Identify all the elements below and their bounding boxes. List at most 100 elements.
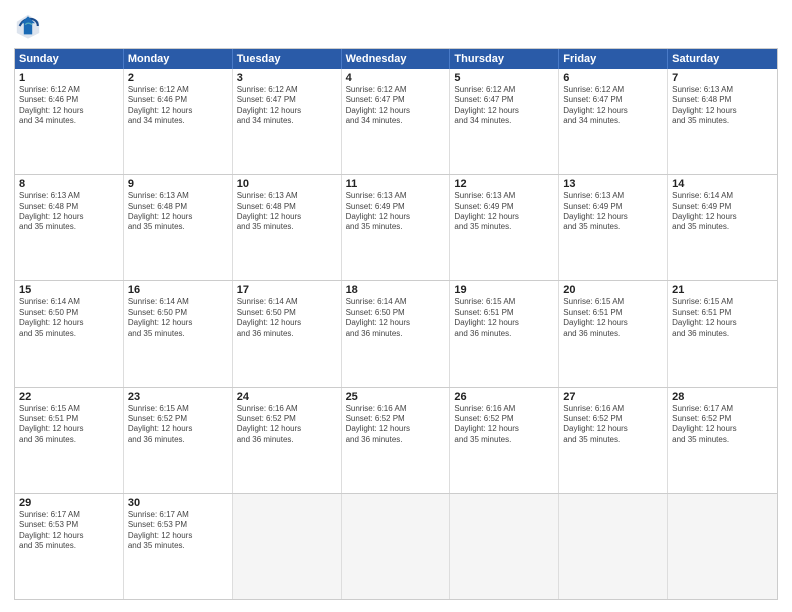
calendar-cell: 30Sunrise: 6:17 AM Sunset: 6:53 PM Dayli… [124,494,233,599]
empty-cell [559,494,668,599]
calendar-cell: 12Sunrise: 6:13 AM Sunset: 6:49 PM Dayli… [450,175,559,280]
cell-info: Sunrise: 6:16 AM Sunset: 6:52 PM Dayligh… [346,404,446,446]
calendar-cell: 13Sunrise: 6:13 AM Sunset: 6:49 PM Dayli… [559,175,668,280]
day-number: 11 [346,178,446,190]
calendar-cell: 11Sunrise: 6:13 AM Sunset: 6:49 PM Dayli… [342,175,451,280]
day-number: 16 [128,284,228,296]
empty-cell [342,494,451,599]
day-number: 5 [454,72,554,84]
calendar-cell: 23Sunrise: 6:15 AM Sunset: 6:52 PM Dayli… [124,388,233,493]
cell-info: Sunrise: 6:16 AM Sunset: 6:52 PM Dayligh… [237,404,337,446]
day-number: 1 [19,72,119,84]
cell-info: Sunrise: 6:13 AM Sunset: 6:49 PM Dayligh… [454,191,554,233]
calendar-cell: 21Sunrise: 6:15 AM Sunset: 6:51 PM Dayli… [668,281,777,386]
cell-info: Sunrise: 6:14 AM Sunset: 6:50 PM Dayligh… [128,297,228,339]
calendar-cell: 14Sunrise: 6:14 AM Sunset: 6:49 PM Dayli… [668,175,777,280]
cell-info: Sunrise: 6:12 AM Sunset: 6:46 PM Dayligh… [128,85,228,127]
cell-info: Sunrise: 6:12 AM Sunset: 6:47 PM Dayligh… [237,85,337,127]
cell-info: Sunrise: 6:15 AM Sunset: 6:52 PM Dayligh… [128,404,228,446]
day-number: 9 [128,178,228,190]
empty-cell [233,494,342,599]
day-number: 10 [237,178,337,190]
weekday-header: Thursday [450,49,559,69]
cell-info: Sunrise: 6:15 AM Sunset: 6:51 PM Dayligh… [19,404,119,446]
calendar-row: 8Sunrise: 6:13 AM Sunset: 6:48 PM Daylig… [15,174,777,280]
calendar-cell: 10Sunrise: 6:13 AM Sunset: 6:48 PM Dayli… [233,175,342,280]
calendar-cell: 9Sunrise: 6:13 AM Sunset: 6:48 PM Daylig… [124,175,233,280]
day-number: 23 [128,391,228,403]
day-number: 18 [346,284,446,296]
calendar-cell: 16Sunrise: 6:14 AM Sunset: 6:50 PM Dayli… [124,281,233,386]
cell-info: Sunrise: 6:14 AM Sunset: 6:50 PM Dayligh… [19,297,119,339]
day-number: 24 [237,391,337,403]
calendar-cell: 29Sunrise: 6:17 AM Sunset: 6:53 PM Dayli… [15,494,124,599]
day-number: 30 [128,497,228,509]
weekday-header: Saturday [668,49,777,69]
page: SundayMondayTuesdayWednesdayThursdayFrid… [0,0,792,612]
weekday-header: Friday [559,49,668,69]
calendar-cell: 19Sunrise: 6:15 AM Sunset: 6:51 PM Dayli… [450,281,559,386]
weekday-header: Tuesday [233,49,342,69]
cell-info: Sunrise: 6:14 AM Sunset: 6:49 PM Dayligh… [672,191,773,233]
day-number: 14 [672,178,773,190]
calendar-row: 15Sunrise: 6:14 AM Sunset: 6:50 PM Dayli… [15,280,777,386]
calendar-cell: 18Sunrise: 6:14 AM Sunset: 6:50 PM Dayli… [342,281,451,386]
weekday-header: Monday [124,49,233,69]
day-number: 26 [454,391,554,403]
cell-info: Sunrise: 6:15 AM Sunset: 6:51 PM Dayligh… [672,297,773,339]
day-number: 25 [346,391,446,403]
logo-icon [14,12,42,40]
cell-info: Sunrise: 6:17 AM Sunset: 6:53 PM Dayligh… [128,510,228,552]
cell-info: Sunrise: 6:13 AM Sunset: 6:48 PM Dayligh… [128,191,228,233]
day-number: 21 [672,284,773,296]
calendar-row: 22Sunrise: 6:15 AM Sunset: 6:51 PM Dayli… [15,387,777,493]
calendar-cell: 5Sunrise: 6:12 AM Sunset: 6:47 PM Daylig… [450,69,559,174]
calendar-cell: 22Sunrise: 6:15 AM Sunset: 6:51 PM Dayli… [15,388,124,493]
calendar-cell: 7Sunrise: 6:13 AM Sunset: 6:48 PM Daylig… [668,69,777,174]
cell-info: Sunrise: 6:13 AM Sunset: 6:48 PM Dayligh… [19,191,119,233]
logo [14,12,44,40]
day-number: 13 [563,178,663,190]
cell-info: Sunrise: 6:13 AM Sunset: 6:49 PM Dayligh… [346,191,446,233]
calendar-cell: 28Sunrise: 6:17 AM Sunset: 6:52 PM Dayli… [668,388,777,493]
cell-info: Sunrise: 6:13 AM Sunset: 6:48 PM Dayligh… [672,85,773,127]
calendar-row: 29Sunrise: 6:17 AM Sunset: 6:53 PM Dayli… [15,493,777,599]
cell-info: Sunrise: 6:15 AM Sunset: 6:51 PM Dayligh… [563,297,663,339]
calendar-cell: 1Sunrise: 6:12 AM Sunset: 6:46 PM Daylig… [15,69,124,174]
calendar-cell: 8Sunrise: 6:13 AM Sunset: 6:48 PM Daylig… [15,175,124,280]
day-number: 15 [19,284,119,296]
calendar-cell: 17Sunrise: 6:14 AM Sunset: 6:50 PM Dayli… [233,281,342,386]
weekday-header: Sunday [15,49,124,69]
day-number: 4 [346,72,446,84]
cell-info: Sunrise: 6:15 AM Sunset: 6:51 PM Dayligh… [454,297,554,339]
cell-info: Sunrise: 6:12 AM Sunset: 6:47 PM Dayligh… [454,85,554,127]
empty-cell [668,494,777,599]
day-number: 27 [563,391,663,403]
calendar-cell: 3Sunrise: 6:12 AM Sunset: 6:47 PM Daylig… [233,69,342,174]
cell-info: Sunrise: 6:17 AM Sunset: 6:52 PM Dayligh… [672,404,773,446]
day-number: 8 [19,178,119,190]
calendar-header: SundayMondayTuesdayWednesdayThursdayFrid… [15,49,777,69]
day-number: 20 [563,284,663,296]
empty-cell [450,494,559,599]
calendar-cell: 25Sunrise: 6:16 AM Sunset: 6:52 PM Dayli… [342,388,451,493]
cell-info: Sunrise: 6:17 AM Sunset: 6:53 PM Dayligh… [19,510,119,552]
day-number: 12 [454,178,554,190]
header [14,12,778,40]
day-number: 29 [19,497,119,509]
cell-info: Sunrise: 6:13 AM Sunset: 6:49 PM Dayligh… [563,191,663,233]
day-number: 6 [563,72,663,84]
day-number: 2 [128,72,228,84]
calendar: SundayMondayTuesdayWednesdayThursdayFrid… [14,48,778,600]
cell-info: Sunrise: 6:13 AM Sunset: 6:48 PM Dayligh… [237,191,337,233]
calendar-row: 1Sunrise: 6:12 AM Sunset: 6:46 PM Daylig… [15,69,777,174]
cell-info: Sunrise: 6:12 AM Sunset: 6:46 PM Dayligh… [19,85,119,127]
calendar-cell: 26Sunrise: 6:16 AM Sunset: 6:52 PM Dayli… [450,388,559,493]
calendar-cell: 24Sunrise: 6:16 AM Sunset: 6:52 PM Dayli… [233,388,342,493]
calendar-body: 1Sunrise: 6:12 AM Sunset: 6:46 PM Daylig… [15,69,777,599]
day-number: 19 [454,284,554,296]
day-number: 7 [672,72,773,84]
calendar-cell: 2Sunrise: 6:12 AM Sunset: 6:46 PM Daylig… [124,69,233,174]
cell-info: Sunrise: 6:16 AM Sunset: 6:52 PM Dayligh… [563,404,663,446]
cell-info: Sunrise: 6:16 AM Sunset: 6:52 PM Dayligh… [454,404,554,446]
